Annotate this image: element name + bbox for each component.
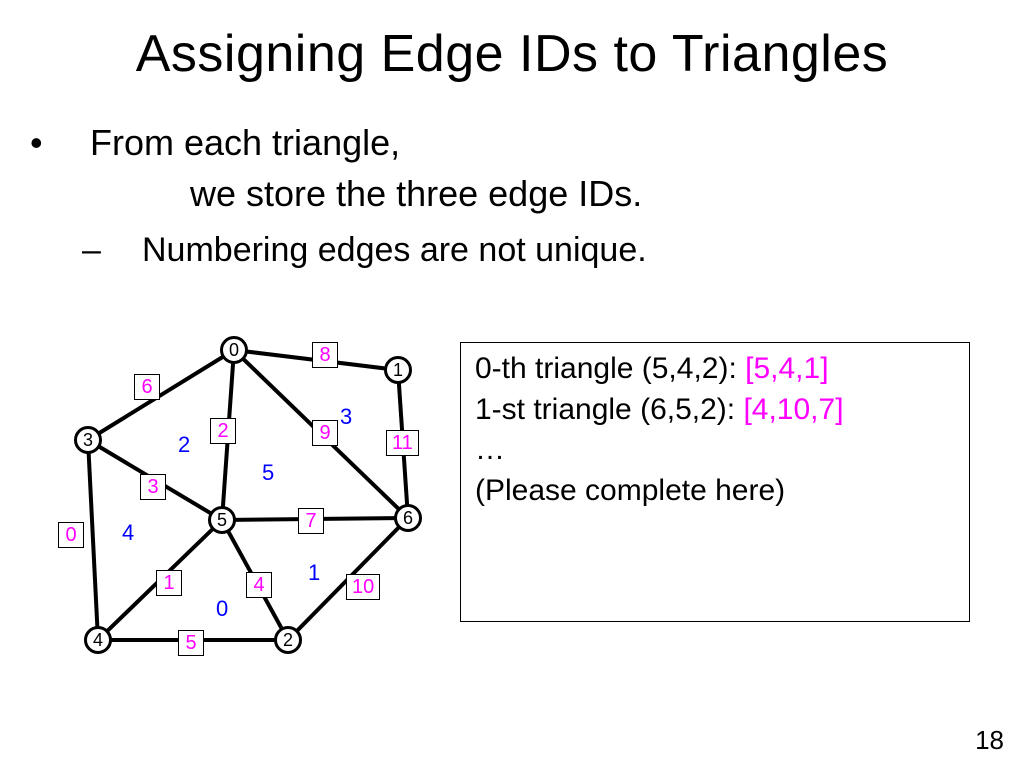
edge-label-10: 10 <box>346 574 380 600</box>
info-note: (Please complete here) <box>475 471 955 512</box>
bullet-1-line-2: we store the three edge IDs. <box>60 171 960 218</box>
info-line-0: 0-th triangle (5,4,2): [5,4,1] <box>475 349 955 390</box>
triangle-info-box: 0-th triangle (5,4,2): [5,4,1] 1-st tria… <box>460 342 970 622</box>
node-0: 0 <box>220 336 248 364</box>
bullet-list: From each triangle, we store the three e… <box>60 120 960 272</box>
bullet-2: Numbering edges are not unique. <box>60 228 960 272</box>
edge-label-4: 4 <box>246 572 272 598</box>
slide: Assigning Edge IDs to Triangles From eac… <box>0 0 1024 768</box>
edge-label-5: 5 <box>178 630 204 656</box>
node-2: 2 <box>274 626 302 654</box>
node-6: 6 <box>394 504 422 532</box>
face-label-2: 2 <box>178 432 190 458</box>
edge-label-0: 0 <box>58 522 84 548</box>
edge-label-6: 6 <box>134 374 160 400</box>
edge-label-11: 11 <box>386 430 419 456</box>
info-line-0-ids: [5,4,1] <box>745 352 828 385</box>
info-line-1-ids: [4,10,7] <box>743 393 843 426</box>
face-label-1: 1 <box>308 560 320 586</box>
graph-diagram: 0 1 2 3 4 5 6 0 1 2 3 4 5 6 7 8 9 10 11 … <box>50 320 450 680</box>
bullet-1-line-1: From each triangle, <box>60 120 960 167</box>
node-5: 5 <box>208 506 236 534</box>
edge-label-7: 7 <box>298 508 324 534</box>
page-number: 18 <box>975 725 1004 756</box>
edge-label-1: 1 <box>156 570 182 596</box>
info-line-1: 1-st triangle (6,5,2): [4,10,7] <box>475 390 955 431</box>
edge-label-2: 2 <box>210 418 236 444</box>
face-label-4: 4 <box>122 520 134 546</box>
slide-title: Assigning Edge IDs to Triangles <box>0 24 1024 84</box>
node-1: 1 <box>384 356 412 384</box>
node-4: 4 <box>84 626 112 654</box>
edge-label-9: 9 <box>312 420 338 446</box>
info-line-1-text: 1-st triangle (6,5,2): <box>475 393 743 426</box>
info-line-0-text: 0-th triangle (5,4,2): <box>475 352 745 385</box>
node-3: 3 <box>74 426 102 454</box>
edge-label-8: 8 <box>312 342 338 368</box>
face-label-5: 5 <box>262 460 274 486</box>
face-label-3: 3 <box>340 404 352 430</box>
info-ellipsis: … <box>475 430 955 471</box>
face-label-0: 0 <box>216 596 228 622</box>
edge-label-3: 3 <box>140 474 166 500</box>
